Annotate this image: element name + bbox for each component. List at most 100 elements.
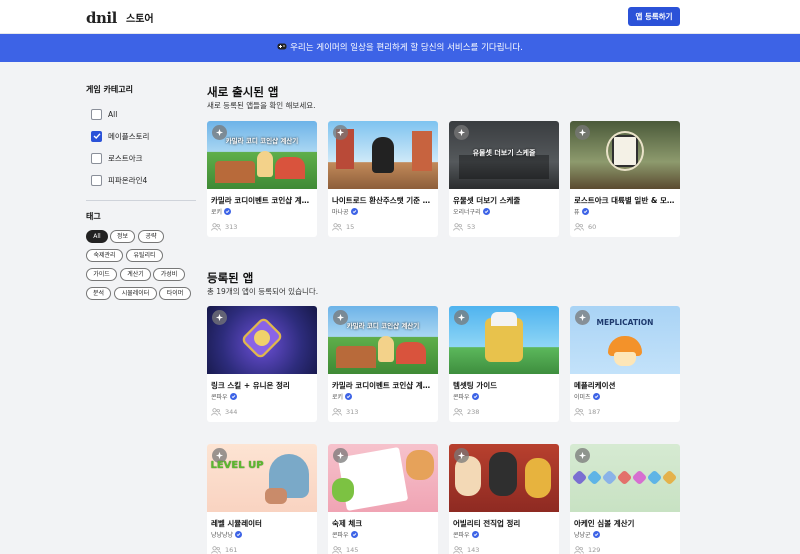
verified-icon (592, 393, 600, 400)
new-apps-subtitle: 새로 등록된 앱들을 확인 해보세요. (207, 101, 316, 110)
author-name: 퓨 (574, 209, 580, 216)
app-card[interactable]: 아케인 심볼 계산기 냥냥군 129 (570, 444, 680, 554)
app-thumbnail[interactable]: MEPLICATION (570, 306, 680, 374)
app-thumbnail[interactable]: LEVEL UP (207, 444, 317, 512)
app-thumbnail[interactable]: 유물셋 더보기 스케줄 (449, 121, 559, 189)
users-icon (211, 408, 221, 416)
category-all[interactable]: All (91, 108, 117, 120)
app-card[interactable]: 링크 스킬 + 유니온 정리 콘파우 344 (207, 306, 317, 422)
nav-store-link[interactable]: 스토어 (126, 10, 154, 25)
checkbox[interactable] (91, 152, 102, 164)
users-icon (574, 546, 584, 554)
app-author: 마나공 (332, 207, 358, 216)
app-badge-icon (575, 125, 590, 140)
app-thumbnail[interactable]: 카밀라 코디 코인샵 계산기 (207, 121, 317, 189)
tag-calculator[interactable]: 계산기 (120, 268, 151, 281)
app-title[interactable]: 카밀라 코디이벤트 코인샵 계산기 (332, 380, 436, 391)
verified-icon (482, 208, 490, 215)
users-icon (211, 223, 221, 231)
users-icon (574, 223, 584, 231)
tag-simulator[interactable]: 시뮬레이터 (114, 287, 157, 300)
app-thumbnail[interactable] (449, 306, 559, 374)
app-card[interactable]: 템셋팅 가이드 콘파우 238 (449, 306, 559, 422)
checkbox-checked[interactable] (91, 130, 102, 142)
author-name: 로키 (332, 394, 344, 401)
app-card[interactable]: 카밀라 코디 코인샵 계산기카밀라 코디이벤트 코인샵 계산기로키 313 (207, 121, 317, 237)
app-card[interactable]: 어빌리티 전직업 정리콘파우 143 (449, 444, 559, 554)
app-thumbnail[interactable] (207, 306, 317, 374)
app-user-count: 161 (211, 546, 237, 554)
thumbnail-caption: MEPLICATION (596, 318, 654, 327)
tag-guide[interactable]: 가이드 (86, 268, 117, 281)
app-thumbnail[interactable] (570, 444, 680, 512)
top-header: dnil 스토어 앱 등록하기 (0, 0, 800, 34)
app-title[interactable]: 나이트로드 환산주스탯 기준 기... (332, 195, 436, 206)
app-thumbnail[interactable] (449, 444, 559, 512)
app-title[interactable]: 링크 스킬 + 유니온 정리 (211, 380, 315, 391)
tag-homework[interactable]: 숙제관리 (86, 249, 123, 262)
app-title[interactable]: 레벨 시뮬레이터 (211, 518, 315, 529)
check-icon (93, 133, 101, 139)
verified-icon (581, 208, 589, 215)
users-icon (574, 408, 584, 416)
user-count-value: 53 (467, 223, 476, 231)
app-thumbnail[interactable]: 카밀라 코디 코인샵 계산기 (328, 306, 438, 374)
app-title[interactable]: 어빌리티 전직업 정리 (453, 518, 557, 529)
app-thumbnail[interactable] (328, 444, 438, 512)
tag-info[interactable]: 정보 (110, 230, 135, 243)
app-thumbnail[interactable] (570, 121, 680, 189)
verified-icon (471, 531, 479, 538)
author-name: 냥냥냥냥 (211, 532, 234, 539)
tag-strategy[interactable]: 공략 (138, 230, 164, 243)
app-title[interactable]: 유물셋 더보기 스케줄 (453, 195, 557, 206)
app-user-count: 145 (332, 546, 358, 554)
verified-icon (229, 393, 237, 400)
tag-analysis[interactable]: 분석 (86, 287, 111, 300)
app-card[interactable]: 숙제 체크 콘파우 145 (328, 444, 438, 554)
app-badge-icon (333, 125, 348, 140)
author-name: 콘파우 (453, 532, 470, 539)
app-title[interactable]: 아케인 심볼 계산기 (574, 518, 678, 529)
app-user-count: 143 (453, 546, 479, 554)
app-card[interactable]: MEPLICATION 메플리케이션 이미츠 187 (570, 306, 680, 422)
app-card[interactable]: LEVEL UP 레벨 시뮬레이터냥냥냥냥 161 (207, 444, 317, 554)
app-card[interactable]: 로스트아크 대륙별 일반 & 모험 ... 퓨 60 (570, 121, 680, 237)
checkbox[interactable] (91, 174, 102, 186)
site-logo[interactable]: dnil (86, 9, 117, 27)
app-author: 콘파우 (453, 392, 479, 401)
users-icon (332, 223, 342, 231)
app-title[interactable]: 템셋팅 가이드 (453, 380, 557, 391)
tag-value[interactable]: 가성비 (153, 268, 185, 281)
category-lostark[interactable]: 로스트아크 (91, 152, 143, 164)
category-fifa[interactable]: 피파온라인4 (91, 174, 147, 186)
users-icon (453, 546, 463, 554)
user-count-value: 313 (225, 223, 238, 231)
app-title[interactable]: 메플리케이션 (574, 380, 678, 391)
app-title[interactable]: 카밀라 코디이벤트 코인샵 계산기 (211, 195, 315, 206)
category-maplestory[interactable]: 메이플스토리 (91, 130, 149, 142)
tag-timer[interactable]: 타이머 (159, 287, 191, 300)
app-user-count: 60 (574, 223, 596, 231)
app-user-count: 15 (332, 223, 354, 231)
user-count-value: 344 (225, 408, 238, 416)
tag-all[interactable]: All (86, 230, 108, 243)
user-count-value: 238 (467, 408, 480, 416)
app-thumbnail[interactable] (328, 121, 438, 189)
app-author: 로키 (332, 392, 353, 401)
thumbnail-caption: LEVEL UP (210, 460, 264, 471)
app-card[interactable]: 유물셋 더보기 스케줄 유물셋 더보기 스케줄 오리너구리 53 (449, 121, 559, 237)
register-app-button[interactable]: 앱 등록하기 (628, 7, 680, 26)
user-count-value: 145 (346, 546, 359, 554)
app-user-count: 313 (332, 408, 358, 416)
checkbox[interactable] (91, 108, 102, 120)
app-card[interactable]: 카밀라 코디 코인샵 계산기카밀라 코디이벤트 코인샵 계산기로키 313 (328, 306, 438, 422)
verified-icon (235, 531, 243, 538)
app-title[interactable]: 로스트아크 대륙별 일반 & 모험 ... (574, 195, 678, 206)
new-apps-title: 새로 출시된 앱 (207, 85, 279, 99)
app-author: 냥냥군 (574, 530, 600, 539)
app-card[interactable]: 나이트로드 환산주스탯 기준 기... 마나공 15 (328, 121, 438, 237)
verified-icon (350, 208, 358, 215)
tag-utility[interactable]: 유틸리티 (126, 249, 163, 262)
author-name: 로키 (211, 209, 223, 216)
app-title[interactable]: 숙제 체크 (332, 518, 436, 529)
